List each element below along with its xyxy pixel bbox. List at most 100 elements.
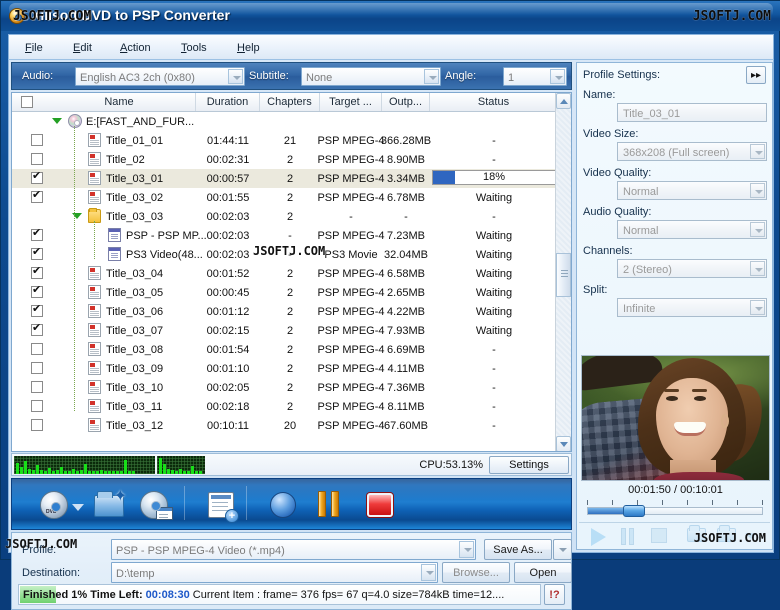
title-icon: [88, 171, 101, 185]
row-checkbox[interactable]: [31, 134, 43, 146]
row-target: PSP MPEG-4: [317, 173, 385, 185]
dropdown-arrow-icon[interactable]: [72, 504, 84, 511]
table-row[interactable]: Title_03_0600:01:122PSP MPEG-44.22MBWait…: [12, 302, 557, 321]
player-timecode: 00:01:50 / 00:10:01: [628, 484, 723, 496]
chevron-down-icon[interactable]: [421, 564, 436, 581]
table-row[interactable]: Title_03_0500:00:452PSP MPEG-42.65MBWait…: [12, 283, 557, 302]
menu-tools[interactable]: Tools: [175, 40, 213, 56]
row-output: 3.34MB: [387, 173, 425, 185]
table-row[interactable]: Title_03_0700:02:152PSP MPEG-47.93MBWait…: [12, 321, 557, 340]
profile-select[interactable]: PSP - PSP MPEG-4 Video (*.mp4): [111, 539, 476, 560]
row-checkbox[interactable]: [31, 400, 43, 412]
column-output[interactable]: Outp...: [382, 93, 430, 111]
table-row[interactable]: Title_03_0200:01:552PSP MPEG-46.78MBWait…: [12, 188, 557, 207]
table-row[interactable]: E:[FAST_AND_FUR...: [12, 112, 557, 131]
chevron-down-icon[interactable]: [750, 144, 765, 159]
menu-help[interactable]: Help: [231, 40, 266, 56]
row-checkbox[interactable]: [31, 246, 43, 260]
chevron-down-icon[interactable]: [424, 69, 439, 84]
help-button[interactable]: !?: [544, 584, 565, 605]
video-quality-select[interactable]: Normal: [617, 181, 767, 200]
chevron-down-icon[interactable]: [228, 69, 243, 84]
status-timeleft-value: 00:08:30: [145, 589, 190, 601]
subtitle-select[interactable]: None: [301, 67, 441, 86]
destination-select[interactable]: D:\temp: [111, 562, 438, 583]
pause-icon[interactable]: [317, 491, 343, 519]
select-all-checkbox[interactable]: [21, 96, 33, 108]
row-checkbox[interactable]: [31, 227, 43, 241]
scroll-up-icon[interactable]: [556, 93, 571, 109]
chevron-down-icon[interactable]: [750, 300, 765, 315]
video-quality-value: Normal: [623, 186, 659, 198]
column-name[interactable]: Name: [43, 93, 196, 111]
load-dvd-icon[interactable]: DVD: [40, 491, 68, 519]
stop-icon[interactable]: [651, 528, 667, 543]
table-row[interactable]: Title_03_12 00:10:11 20 PSP MPEG-4 67.60MB -: [12, 416, 557, 435]
row-checkbox[interactable]: [31, 303, 43, 317]
row-checkbox[interactable]: [31, 322, 43, 336]
table-row[interactable]: Title_03_11 00:02:18 2 PSP MPEG-4 8.11MB -: [12, 397, 557, 416]
column-chapters[interactable]: Chapters: [260, 93, 320, 111]
chevron-down-icon[interactable]: [750, 183, 765, 198]
preview-top: [654, 472, 744, 480]
profile-name-field[interactable]: Title_03_01: [617, 103, 767, 122]
open-button[interactable]: Open: [514, 562, 572, 583]
column-status[interactable]: Status: [430, 93, 557, 111]
table-row[interactable]: Title_03_10 00:02:05 2 PSP MPEG-4 7.36MB -: [12, 378, 557, 397]
row-checkbox[interactable]: [31, 265, 43, 279]
channels-select[interactable]: 2 (Stereo): [617, 259, 767, 278]
table-row[interactable]: Title_03_08 00:01:54 2 PSP MPEG-4 6.69MB -: [12, 340, 557, 359]
status-finished: Finished 1%: [23, 589, 88, 601]
player-seek-bar[interactable]: [587, 500, 763, 518]
table-row[interactable]: Title_02 00:02:31 2 PSP MPEG-4 8.90MB -: [12, 150, 557, 169]
column-duration[interactable]: Duration: [196, 93, 260, 111]
row-checkbox[interactable]: [31, 189, 43, 203]
row-checkbox[interactable]: [31, 381, 43, 393]
split-select[interactable]: Infinite: [617, 298, 767, 317]
seek-handle[interactable]: [623, 505, 645, 517]
expander-triangle-icon[interactable]: [52, 118, 62, 124]
row-checkbox[interactable]: [31, 343, 43, 355]
row-checkbox[interactable]: [31, 153, 43, 165]
column-target[interactable]: Target ...: [320, 93, 382, 111]
pause-icon[interactable]: [621, 528, 635, 546]
add-folder-icon[interactable]: ✦: [94, 489, 127, 517]
task-list-scrollbar[interactable]: [555, 93, 571, 451]
audio-quality-select[interactable]: Normal: [617, 220, 767, 239]
save-as-button[interactable]: Save As...: [484, 539, 552, 560]
video-preview[interactable]: [581, 355, 770, 481]
scroll-down-icon[interactable]: [556, 436, 571, 451]
table-row[interactable]: Title_03_0100:00:572PSP MPEG-43.34MB18%: [12, 169, 557, 188]
chevron-down-icon[interactable]: [750, 261, 765, 276]
audio-settings-bar: Audio: English AC3 2ch (0x80) Subtitle: …: [11, 62, 572, 90]
chevron-down-icon[interactable]: [459, 541, 474, 558]
row-chapters: 2: [286, 173, 294, 185]
row-checkbox[interactable]: [31, 170, 43, 184]
encode-icon[interactable]: [270, 492, 296, 518]
row-checkbox[interactable]: [31, 284, 43, 298]
table-row[interactable]: Title_03_0400:01:522PSP MPEG-46.58MBWait…: [12, 264, 557, 283]
menu-file[interactable]: File: [19, 40, 49, 56]
chevron-down-icon[interactable]: [550, 69, 565, 84]
angle-select[interactable]: 1: [503, 67, 567, 86]
open-iso-icon[interactable]: [140, 491, 173, 520]
chevron-down-icon[interactable]: [750, 222, 765, 237]
video-size-select[interactable]: 368x208 (Full screen): [617, 142, 767, 161]
row-checkbox[interactable]: [31, 419, 43, 431]
save-as-dropdown-icon[interactable]: [553, 539, 572, 560]
menu-action[interactable]: Action: [114, 40, 157, 56]
table-row[interactable]: Title_01_01 01:44:11 21 PSP MPEG-4 366.28MB -: [12, 131, 557, 150]
expand-panel-button[interactable]: ▸▸: [746, 66, 766, 84]
audio-track-select[interactable]: English AC3 2ch (0x80): [75, 67, 245, 86]
settings-button[interactable]: Settings: [489, 456, 569, 474]
play-icon[interactable]: [591, 528, 606, 546]
browse-button[interactable]: Browse...: [442, 562, 510, 583]
row-progress-bar: 18%: [432, 170, 556, 185]
row-checkbox[interactable]: [31, 362, 43, 374]
scrollbar-thumb[interactable]: [556, 253, 571, 297]
task-list[interactable]: Name Duration Chapters Target ... Outp..…: [11, 92, 572, 452]
add-profile-icon[interactable]: +: [208, 492, 239, 523]
table-row[interactable]: Title_03_09 00:01:10 2 PSP MPEG-4 4.11MB -: [12, 359, 557, 378]
stop-icon[interactable]: [367, 493, 393, 517]
menu-edit[interactable]: Edit: [67, 40, 98, 56]
